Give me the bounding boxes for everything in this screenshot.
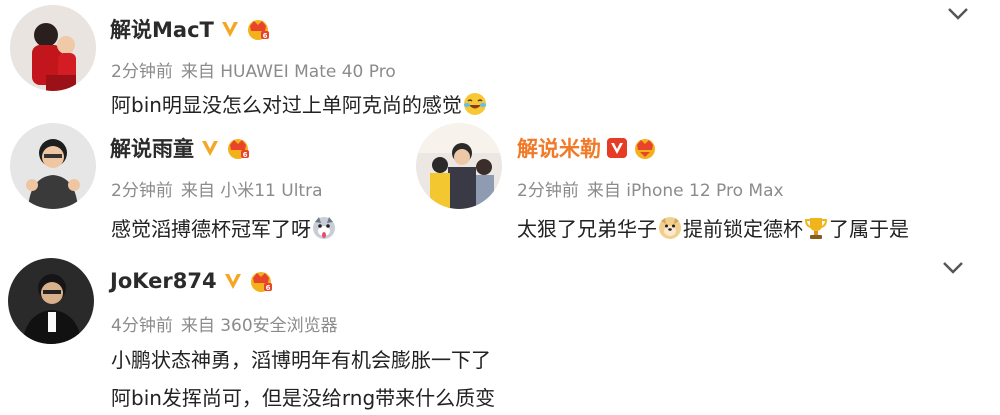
username-text[interactable]: JoKer874 <box>110 269 217 293</box>
trophy-emoji <box>804 217 828 239</box>
comment-text: 阿bin明显没怎么对过上单阿克尚的感觉 <box>111 89 488 118</box>
svg-text:6: 6 <box>243 151 248 159</box>
svg-text:6: 6 <box>262 32 267 40</box>
username-text[interactable]: 解说MacT <box>110 14 214 44</box>
svg-text:6: 6 <box>265 284 270 292</box>
comment-meta: 2分钟前 来自 HUAWEI Mate 40 Pro <box>111 57 396 82</box>
source-device: 来自 小米11 Ultra <box>180 181 323 201</box>
crown-badge-icon: 6 <box>250 272 272 292</box>
source-device: 来自 iPhone 12 Pro Max <box>586 181 784 201</box>
comment-body-part: 了属于是 <box>829 217 909 241</box>
source-device: 来自 HUAWEI Mate 40 Pro <box>180 62 396 82</box>
chevron-down-icon[interactable] <box>941 260 965 276</box>
comment-meta: 2分钟前 来自 小米11 Ultra <box>111 176 323 201</box>
timestamp: 2分钟前 <box>111 62 173 82</box>
avatar-yutong[interactable] <box>10 123 96 209</box>
username-joker874[interactable]: JoKer874 6 <box>110 268 274 294</box>
comment-body: 感觉滔搏德杯冠军了呀 <box>111 217 311 241</box>
verified-v-icon <box>221 22 238 37</box>
dog-emoji <box>659 216 681 239</box>
username-mact[interactable]: 解说MacT 6 <box>110 14 271 44</box>
comment-text-line: 阿bin发挥尚可，但是没给rng带来什么质变 <box>111 386 496 410</box>
source-device: 来自 360安全浏览器 <box>180 316 338 336</box>
comment-body-part: 太狠了兄弟华子 <box>517 217 657 241</box>
timestamp: 4分钟前 <box>111 316 173 336</box>
avatar-joker874[interactable] <box>8 258 94 344</box>
username-text[interactable]: 解说雨童 <box>110 133 194 163</box>
crown-badge-icon <box>635 139 655 159</box>
comment-meta: 4分钟前 来自 360安全浏览器 <box>111 311 338 336</box>
comment-text: 感觉滔搏德杯冠军了呀 <box>111 213 337 242</box>
comment-text-line: 小鹏状态神勇，滔博明年有机会膨胀一下了 <box>111 348 491 372</box>
comment-text: 太狠了兄弟华子 提前锁定德杯 了属于是 <box>517 213 909 242</box>
timestamp: 2分钟前 <box>111 181 173 201</box>
chevron-down-icon[interactable] <box>946 6 970 22</box>
verified-v-icon <box>202 141 218 156</box>
verified-v-icon <box>607 138 627 158</box>
comment-body-part: 提前锁定德杯 <box>683 217 803 241</box>
avatar-mile[interactable] <box>416 123 502 209</box>
husky-emoji <box>313 216 335 239</box>
avatar-mact[interactable] <box>10 5 96 91</box>
username-yutong[interactable]: 解说雨童 6 <box>110 133 251 163</box>
comment-meta: 2分钟前 来自 iPhone 12 Pro Max <box>517 176 784 201</box>
username-mile[interactable]: 解说米勒 <box>517 133 658 163</box>
crown-badge-icon: 6 <box>247 20 269 40</box>
comment-body: 阿bin明显没怎么对过上单阿克尚的感觉 <box>111 93 462 117</box>
verified-v-icon <box>224 274 241 289</box>
timestamp: 2分钟前 <box>517 181 579 201</box>
crown-badge-icon: 6 <box>228 139 249 159</box>
username-text[interactable]: 解说米勒 <box>517 133 601 163</box>
laugh-cry-emoji <box>463 92 486 115</box>
